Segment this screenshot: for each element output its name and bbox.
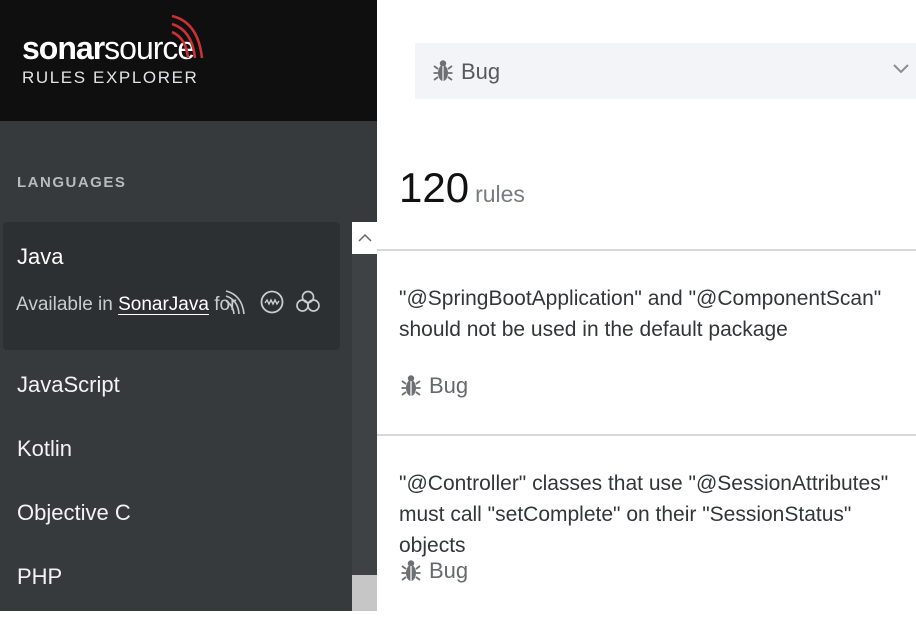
language-label: PHP — [17, 564, 63, 589]
bug-icon — [433, 60, 453, 81]
rule-type-select[interactable]: Bug — [415, 43, 916, 99]
sidebar-scrollbar[interactable] — [352, 222, 377, 611]
language-item-php[interactable]: PHP — [0, 544, 352, 608]
logo-waves-icon — [171, 14, 204, 59]
rules-count-unit: rules — [475, 181, 525, 207]
language-item-java[interactable]: Java Available in SonarJava for — [3, 222, 340, 350]
chevron-up-icon — [357, 233, 372, 242]
rule-card[interactable]: "@SpringBootApplication" and "@Component… — [377, 249, 916, 434]
brand-header: sonarsource RULES EXPLORER — [0, 0, 377, 121]
rule-type-value: Bug — [461, 59, 501, 84]
language-label: Java — [17, 244, 64, 269]
availability-text: Available in SonarJava for — [16, 294, 237, 315]
language-label: Kotlin — [17, 436, 73, 461]
rule-type-label: Bug — [429, 373, 469, 398]
language-item-kotlin[interactable]: Kotlin — [0, 416, 352, 480]
rule-type-label: Bug — [429, 558, 469, 583]
language-label: JavaScript — [17, 372, 120, 397]
rule-title[interactable]: "@SpringBootApplication" and "@Component… — [399, 283, 899, 345]
main-content: Bug 120 rules "@SpringBootApplication" an… — [377, 0, 916, 619]
sidebar: sonarsource RULES EXPLORER LANGUAGES Jav… — [0, 0, 377, 611]
sonarlint-icon[interactable] — [223, 288, 249, 316]
language-item-objective-c[interactable]: Objective C — [0, 480, 352, 544]
language-label: Objective C — [17, 500, 131, 525]
rules-count-number: 120 — [399, 164, 470, 211]
sonarjava-link[interactable]: SonarJava — [118, 294, 209, 315]
language-list: Java Available in SonarJava for JavaScri… — [0, 222, 352, 608]
rule-title[interactable]: "@Controller" classes that use "@Session… — [399, 468, 899, 561]
rule-card[interactable]: "@Controller" classes that use "@Session… — [377, 434, 916, 619]
rule-type-badge: Bug — [401, 373, 468, 399]
scrollbar-thumb[interactable] — [352, 575, 377, 611]
product-icons — [223, 288, 321, 316]
languages-heading: LANGUAGES — [17, 174, 127, 191]
bug-icon — [401, 375, 421, 396]
sonarqube-icon[interactable] — [259, 288, 285, 316]
bug-icon — [401, 560, 421, 581]
sonarsource-logo[interactable]: sonarsource RULES EXPLORER — [22, 14, 204, 88]
chevron-down-icon — [893, 64, 909, 74]
rule-type-badge: Bug — [401, 558, 468, 584]
scroll-up-button[interactable] — [352, 222, 377, 254]
language-item-javascript[interactable]: JavaScript — [0, 352, 352, 416]
sonarcloud-icon[interactable] — [295, 288, 321, 316]
rules-count: 120 rules — [399, 164, 525, 212]
logo-subtitle: RULES EXPLORER — [22, 68, 199, 87]
